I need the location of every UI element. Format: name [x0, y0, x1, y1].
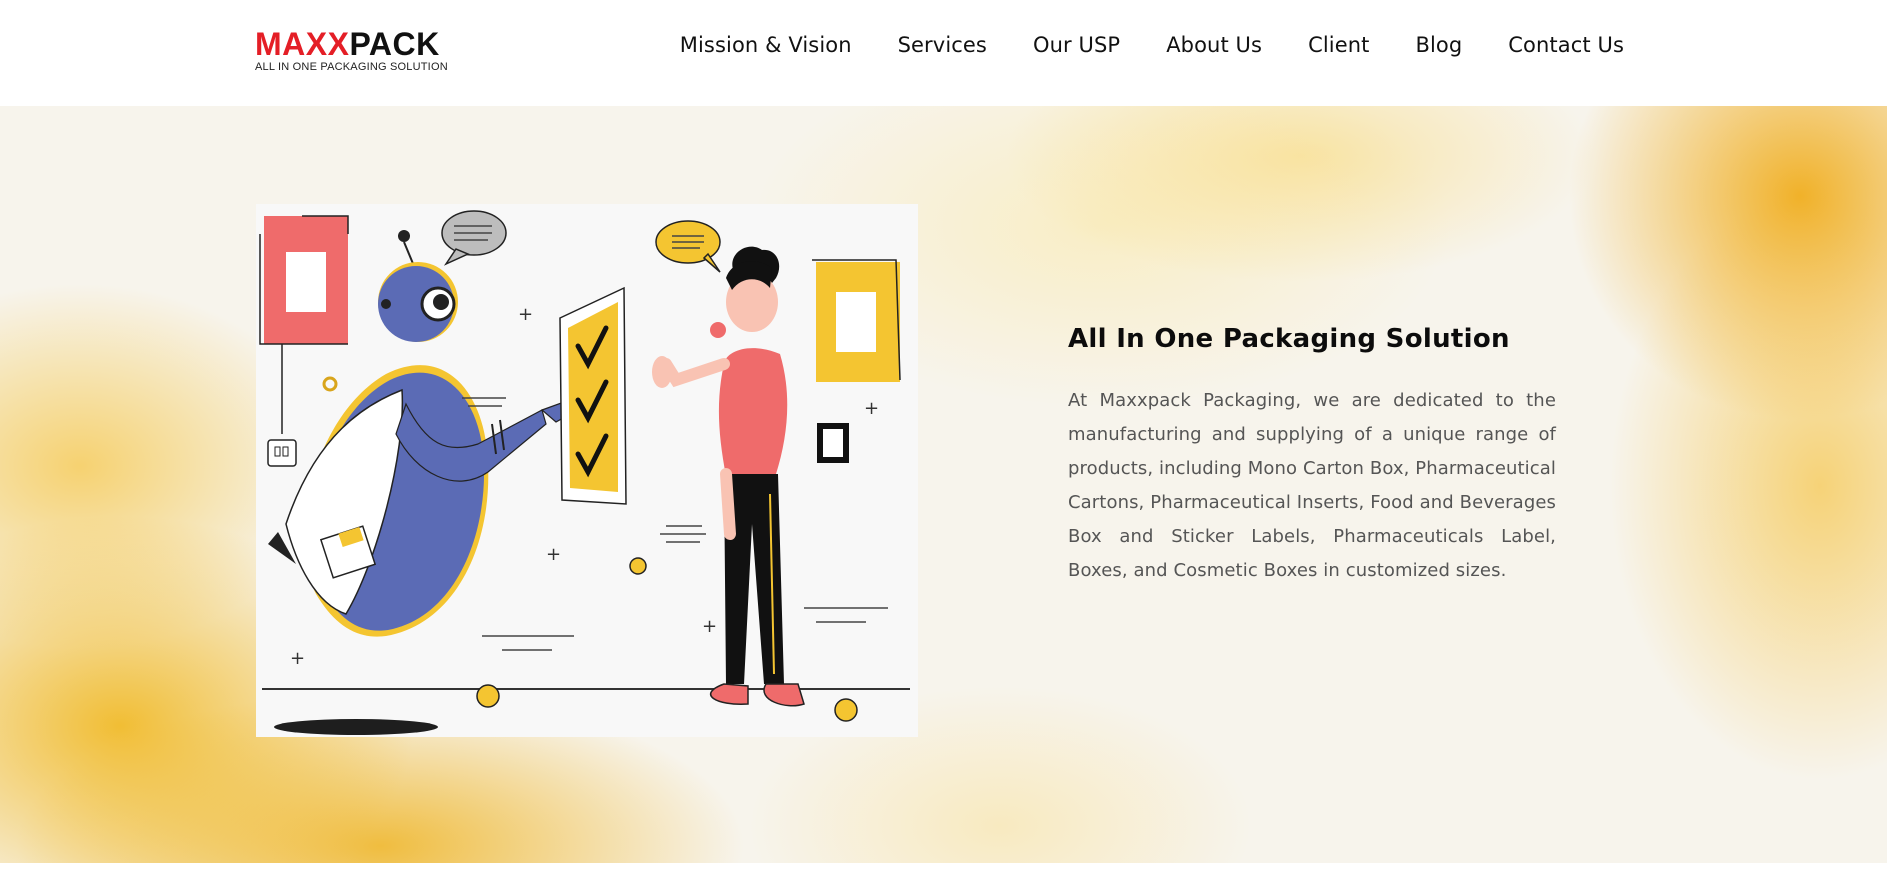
main-nav: Mission & Vision Services Our USP About … — [680, 33, 1624, 57]
hero-section: + + + + + All In One Packaging Solution … — [0, 106, 1887, 863]
nav-mission-vision[interactable]: Mission & Vision — [680, 33, 852, 57]
logo[interactable]: MAXXPACK ALL IN ONE PACKAGING SOLUTION — [255, 28, 448, 73]
svg-text:+: + — [518, 304, 533, 325]
nav-about-us[interactable]: About Us — [1166, 33, 1262, 57]
nav-services[interactable]: Services — [898, 33, 987, 57]
svg-text:+: + — [864, 398, 879, 419]
site-header: MAXXPACK ALL IN ONE PACKAGING SOLUTION M… — [0, 0, 1887, 106]
logo-wordmark: MAXXPACK — [255, 28, 447, 60]
logo-red-text: MAXX — [255, 26, 350, 62]
hero-description: At Maxxpack Packaging, we are dedicated … — [1068, 390, 1556, 581]
svg-text:+: + — [546, 544, 561, 565]
svg-text:+: + — [290, 648, 305, 669]
logo-black-text: PACK — [349, 26, 440, 62]
logo-tagline: ALL IN ONE PACKAGING SOLUTION — [255, 61, 448, 73]
nav-contact-us[interactable]: Contact Us — [1508, 33, 1624, 57]
nav-client[interactable]: Client — [1308, 33, 1369, 57]
nav-blog[interactable]: Blog — [1415, 33, 1462, 57]
hero-text: All In One Packaging Solution At Maxxpac… — [1068, 324, 1556, 588]
nav-our-usp[interactable]: Our USP — [1033, 33, 1120, 57]
hero-title: All In One Packaging Solution — [1068, 324, 1510, 354]
svg-text:+: + — [702, 616, 717, 637]
hero-illustration: + + + + + — [256, 204, 918, 737]
